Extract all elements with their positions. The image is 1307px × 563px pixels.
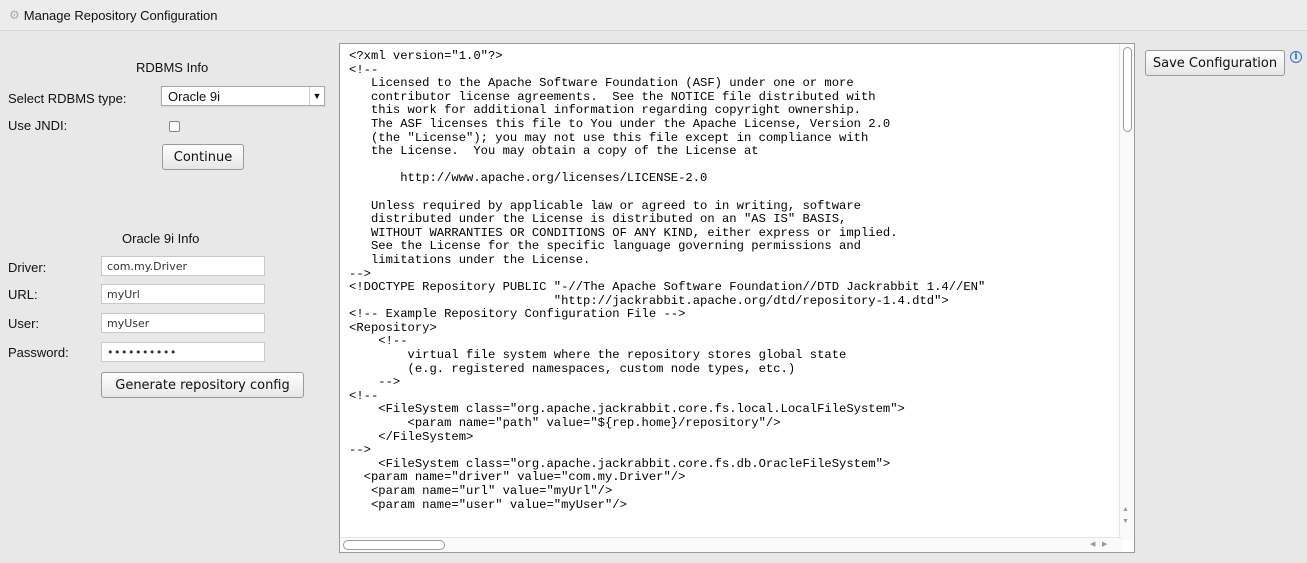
jndi-label: Use JNDI: bbox=[8, 118, 68, 133]
user-label: User: bbox=[8, 316, 40, 331]
save-configuration-button[interactable]: Save Configuration bbox=[1145, 50, 1285, 76]
left-panel: RDBMS Info Select RDBMS type: Oracle 9i … bbox=[0, 31, 330, 561]
info-icon[interactable]: i bbox=[1290, 51, 1302, 63]
scroll-up-icon[interactable]: ▲ bbox=[1122, 506, 1129, 513]
password-field[interactable]: •••••••••• bbox=[101, 342, 265, 362]
jndi-checkbox[interactable] bbox=[169, 121, 180, 132]
rdbms-section-title: RDBMS Info bbox=[136, 60, 209, 75]
db-info-section-title: Oracle 9i Info bbox=[122, 231, 200, 246]
vertical-scroll-thumb[interactable] bbox=[1123, 47, 1132, 132]
config-text[interactable]: <?xml version="1.0"?> <!-- Licensed to t… bbox=[340, 44, 1134, 512]
horizontal-scroll-thumb[interactable] bbox=[343, 540, 445, 550]
title-bar: ⚙ Manage Repository Configuration bbox=[0, 0, 1307, 31]
gear-icon: ⚙ bbox=[9, 8, 20, 22]
continue-button[interactable]: Continue bbox=[162, 144, 244, 170]
config-editor[interactable]: <?xml version="1.0"?> <!-- Licensed to t… bbox=[339, 43, 1135, 553]
rdbms-type-select[interactable]: Oracle 9i ▼ bbox=[161, 86, 325, 106]
password-label: Password: bbox=[8, 345, 69, 360]
scroll-left-icon[interactable]: ◀ bbox=[1090, 540, 1095, 548]
driver-field[interactable]: com.my.Driver bbox=[101, 256, 265, 276]
chevron-down-icon: ▼ bbox=[309, 87, 324, 105]
scroll-right-icon[interactable]: ▶ bbox=[1102, 540, 1107, 548]
page-title: Manage Repository Configuration bbox=[23, 7, 218, 23]
url-label: URL: bbox=[8, 287, 38, 302]
vertical-scrollbar[interactable]: ▲ ▼ bbox=[1119, 44, 1134, 540]
url-field[interactable]: myUrl bbox=[101, 284, 265, 304]
rdbms-type-label: Select RDBMS type: bbox=[8, 91, 127, 106]
user-field[interactable]: myUser bbox=[101, 313, 265, 333]
horizontal-scrollbar[interactable]: ◀ ▶ bbox=[340, 537, 1122, 552]
generate-config-button[interactable]: Generate repository config bbox=[101, 372, 304, 398]
driver-label: Driver: bbox=[8, 260, 47, 275]
rdbms-type-value: Oracle 9i bbox=[168, 88, 221, 104]
scroll-down-icon[interactable]: ▼ bbox=[1122, 518, 1129, 525]
